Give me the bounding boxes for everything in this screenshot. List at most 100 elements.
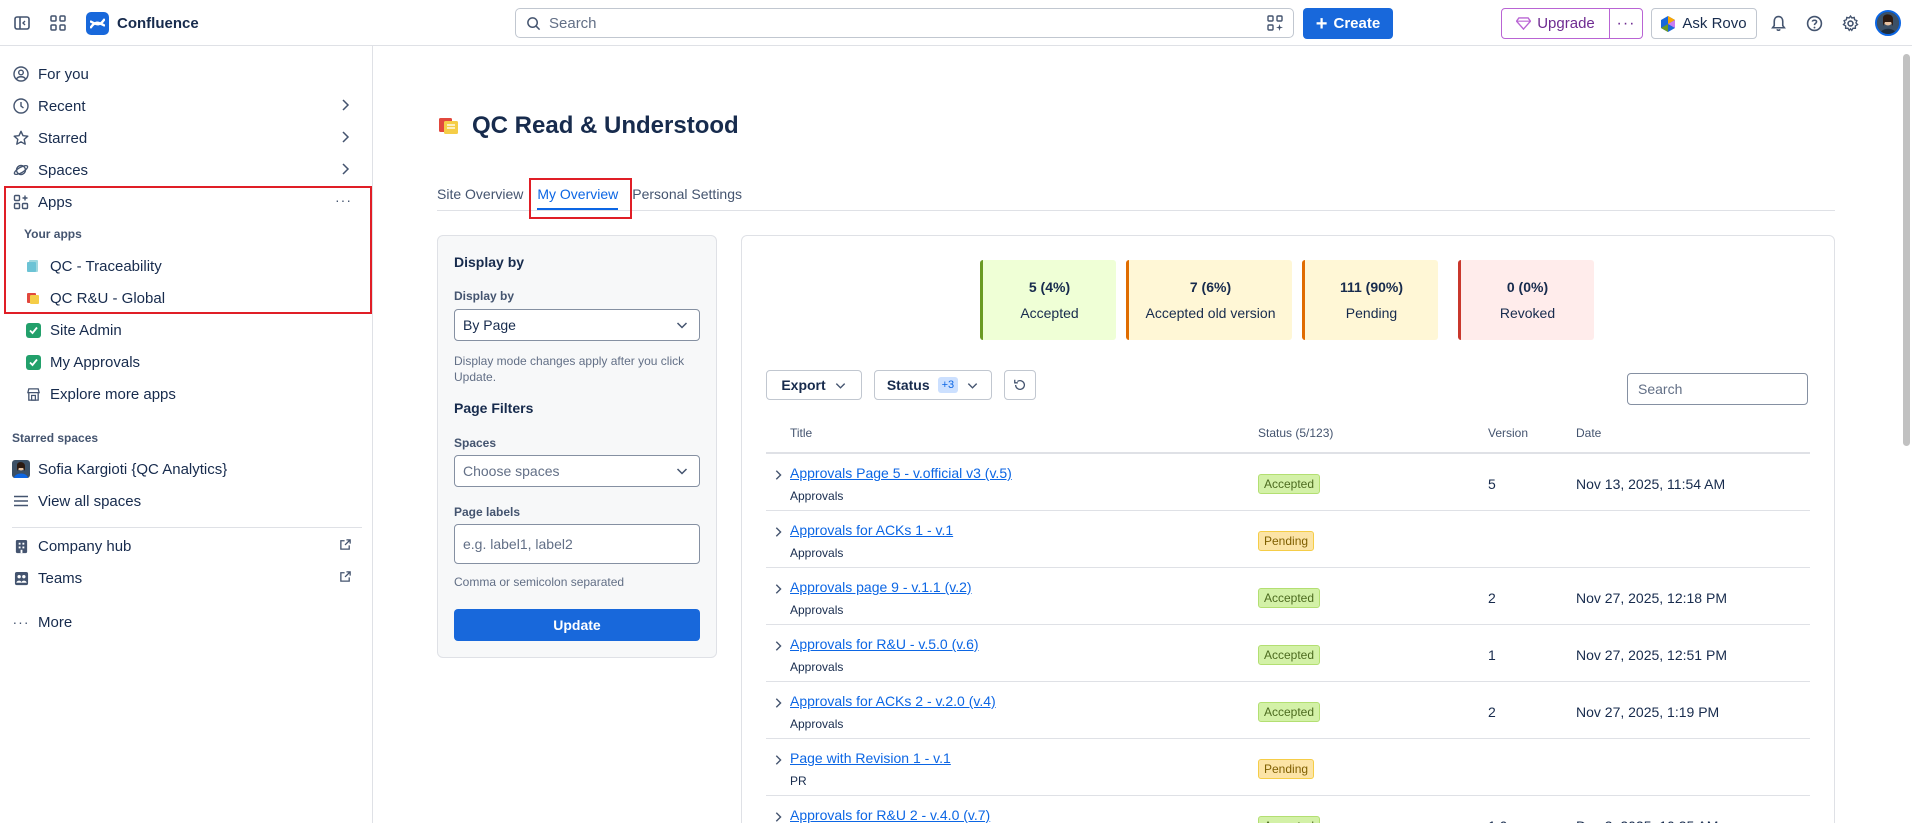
status-badge: Pending [1258, 759, 1315, 779]
status-filter-label: Status [886, 377, 930, 393]
table-row[interactable]: Approvals Page 5 - v.official v3 (v.5) Ap… [766, 454, 1810, 511]
more-horizontal-icon: ··· [1616, 14, 1636, 32]
table-row[interactable]: Approvals page 9 - v.1.1 (v.2) Approvals A… [766, 568, 1810, 625]
chevron-right-icon[interactable] [772, 639, 784, 655]
create-button[interactable]: + Create [1303, 8, 1393, 39]
chevron-right-icon[interactable] [772, 696, 784, 712]
ask-rovo-label: Ask Rovo [1682, 15, 1747, 32]
row-title-link[interactable]: Approvals for ACKs 1 - v.1 [790, 522, 953, 538]
table-row[interactable]: Approvals for ACKs 1 - v.1 Approvals Pendi… [766, 511, 1810, 568]
update-button[interactable]: Update [454, 609, 700, 641]
row-title-link[interactable]: Approvals for ACKs 2 - v.2.0 (v.4) [790, 693, 996, 709]
status-badge: Accepted [1258, 474, 1321, 494]
table-row[interactable]: Page with Revision 1 - v.1 PR Pending [766, 739, 1810, 796]
summary-card-accepted[interactable]: 5 (4%) Accepted [980, 260, 1116, 340]
person-circle-icon [12, 65, 30, 83]
row-date: Nov 13, 2025, 11:54 AM [1576, 476, 1726, 492]
sidebar-item-starred[interactable]: Starred [12, 124, 362, 152]
row-title-link[interactable]: Approvals page 9 - v.1.1 (v.2) [790, 579, 972, 595]
sidebar-explore-apps[interactable]: Explore more apps [24, 380, 364, 408]
filter-panel: Display by Display by By Page Display mo… [437, 235, 717, 658]
refresh-button[interactable] [1004, 370, 1036, 400]
table-search-input[interactable]: Search [1627, 373, 1808, 405]
bell-icon[interactable] [1766, 11, 1790, 35]
row-title-link[interactable]: Approvals for R&U - v.5.0 (v.6) [790, 636, 979, 652]
summary-label: Revoked [1499, 305, 1556, 321]
summary-card-accepted-old[interactable]: 7 (6%) Accepted old version [1126, 260, 1292, 340]
status-badge: Accepted [1258, 645, 1321, 665]
upgrade-button[interactable]: Upgrade [1501, 8, 1610, 39]
chevron-right-icon[interactable] [772, 810, 784, 823]
page-scrollbar[interactable] [1903, 46, 1910, 446]
sidebar-app-label: Explore more apps [50, 385, 176, 403]
spaces-select[interactable]: Choose spaces [454, 455, 700, 487]
row-version: 5 [1488, 476, 1496, 492]
row-title-link[interactable]: Approvals Page 5 - v.official v3 (v.5) [790, 465, 1012, 481]
row-title-link[interactable]: Approvals for R&U 2 - v.4.0 (v.7) [790, 807, 990, 823]
global-search-input[interactable]: Search [515, 8, 1294, 38]
row-space: Approvals [790, 489, 844, 503]
table-row[interactable]: Approvals for R&U - v.5.0 (v.6) Approvals… [766, 625, 1810, 682]
more-horizontal-icon: ··· [12, 614, 30, 630]
scrollbar-thumb[interactable] [1903, 54, 1910, 446]
summary-card-pending[interactable]: 111 (90%) Pending [1302, 260, 1438, 340]
column-header-title[interactable]: Title [790, 426, 812, 440]
apps-highlight-box [4, 186, 372, 314]
settings-gear-icon[interactable] [1838, 11, 1862, 35]
chevron-right-icon[interactable] [772, 525, 784, 541]
tab-site-overview[interactable]: Site Overview [437, 186, 523, 210]
column-header-status[interactable]: Status (5/123) [1258, 426, 1333, 440]
column-header-date[interactable]: Date [1576, 426, 1601, 440]
summary-label: Accepted [1020, 305, 1079, 321]
column-header-version[interactable]: Version [1488, 426, 1528, 440]
help-icon[interactable] [1802, 11, 1826, 35]
user-avatar[interactable] [1875, 10, 1901, 36]
row-space: Approvals [790, 603, 844, 617]
starred-space-item[interactable]: Sofia Kargioti {QC Analytics} [12, 455, 362, 483]
sidebar-item-recent[interactable]: Recent [12, 92, 362, 120]
search-icon [527, 16, 541, 30]
diamond-icon [1516, 17, 1532, 30]
tab-personal-settings[interactable]: Personal Settings [632, 186, 742, 210]
chevron-down-icon [835, 382, 845, 389]
table-row[interactable]: Approvals for ACKs 2 - v.2.0 (v.4) Approv… [766, 682, 1810, 739]
table-row[interactable]: Approvals for R&U 2 - v.4.0 (v.7)Approva… [766, 796, 1810, 823]
chevron-right-icon[interactable] [772, 468, 784, 484]
chevron-right-icon[interactable] [772, 753, 784, 769]
sidebar-app-label: Site Admin [50, 321, 122, 339]
sidebar-item-spaces[interactable]: Spaces [12, 156, 362, 184]
sidebar-item-for-you[interactable]: For you [12, 60, 362, 88]
export-button[interactable]: Export [766, 370, 862, 400]
sidebar-toggle-icon[interactable] [10, 11, 34, 35]
more-label: More [38, 613, 73, 631]
page-labels-placeholder: e.g. label1, label2 [463, 536, 573, 552]
view-all-spaces-link[interactable]: View all spaces [12, 487, 362, 515]
sidebar-app-site-admin[interactable]: Site Admin [24, 316, 364, 344]
sidebar-item-teams[interactable]: Teams [12, 564, 362, 592]
sidebar-divider [12, 527, 362, 528]
chevron-down-icon [968, 382, 978, 389]
ask-rovo-button[interactable]: Ask Rovo [1651, 8, 1757, 39]
chevron-down-icon [675, 318, 689, 335]
teams-label: Teams [38, 569, 83, 587]
row-version: 1 [1488, 647, 1496, 663]
app-switcher-icon[interactable] [46, 11, 70, 35]
row-title-link[interactable]: Page with Revision 1 - v.1 [790, 750, 951, 766]
sidebar-item-more[interactable]: ··· More [12, 608, 362, 636]
page-labels-input[interactable]: e.g. label1, label2 [454, 524, 700, 564]
summary-card-revoked[interactable]: 0 (0%) Revoked [1458, 260, 1594, 340]
status-filter-button[interactable]: Status +3 [874, 370, 992, 400]
building-icon [12, 537, 30, 555]
row-date: Nov 27, 2025, 12:51 PM [1576, 647, 1727, 663]
sidebar-item-company-hub[interactable]: Company hub [12, 532, 362, 560]
star-icon [12, 129, 30, 147]
upgrade-label: Upgrade [1537, 15, 1595, 32]
tabs-divider [437, 210, 1835, 211]
sidebar-app-my-approvals[interactable]: My Approvals [24, 348, 364, 376]
search-filter-icon[interactable] [1267, 15, 1283, 34]
list-icon [12, 492, 30, 510]
upgrade-more-button[interactable]: ··· [1609, 8, 1643, 39]
confluence-logo[interactable]: Confluence [86, 11, 199, 35]
display-by-select[interactable]: By Page [454, 309, 700, 341]
chevron-right-icon[interactable] [772, 582, 784, 598]
